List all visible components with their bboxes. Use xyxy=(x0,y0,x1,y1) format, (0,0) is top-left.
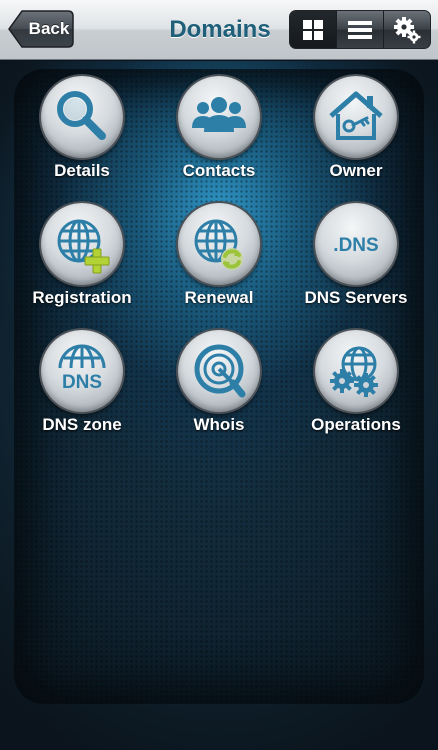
globe-gears-icon xyxy=(330,346,378,397)
menu-item-dns-servers[interactable]: .DNS DNS Servers xyxy=(287,188,425,308)
house-key-icon xyxy=(329,91,383,140)
contacts-button[interactable] xyxy=(178,76,260,158)
operations-button[interactable] xyxy=(315,330,397,412)
menu-item-dns-zone[interactable]: DNS DNS zone xyxy=(13,315,151,435)
radar-magnifier-icon xyxy=(194,344,246,398)
dns-zone-icon-text: DNS xyxy=(62,372,102,393)
dns-text-icon: .DNS xyxy=(333,235,378,256)
back-button[interactable]: Back xyxy=(8,10,74,48)
menu-item-label: Registration xyxy=(32,288,132,307)
menu-item-label: Operations xyxy=(311,415,401,434)
globe-refresh-icon xyxy=(194,219,243,270)
globe-dns-icon: DNS xyxy=(58,344,106,393)
globe-plus-icon xyxy=(57,219,110,274)
view-switcher xyxy=(289,10,431,49)
settings-gears-icon xyxy=(394,16,421,43)
people-icon xyxy=(192,97,246,132)
magnifier-icon xyxy=(57,91,106,140)
navigation-bar: Back Domains xyxy=(0,0,438,60)
menu-item-label: Whois xyxy=(193,415,245,434)
menu-item-renewal[interactable]: Renewal xyxy=(150,188,288,308)
menu-item-registration[interactable]: Registration xyxy=(13,188,151,308)
whois-button[interactable] xyxy=(178,330,260,412)
menu-item-label: Renewal xyxy=(184,288,254,307)
dns-zone-button[interactable]: DNS xyxy=(41,330,123,412)
grid-view-icon xyxy=(303,19,323,40)
dns-servers-button[interactable]: .DNS xyxy=(315,203,397,285)
menu-item-label: DNS zone xyxy=(42,415,122,434)
owner-button[interactable] xyxy=(315,76,397,158)
menu-item-label: Contacts xyxy=(182,161,256,180)
menu-item-label: Details xyxy=(54,161,110,180)
renewal-button[interactable] xyxy=(178,203,260,285)
domains-menu-area: Details Contacts Owner Registration Rene… xyxy=(0,61,438,750)
page-title: Domains xyxy=(169,16,271,43)
menu-item-label: DNS Servers xyxy=(304,288,408,307)
menu-item-details[interactable]: Details xyxy=(13,61,151,181)
registration-button[interactable] xyxy=(41,203,123,285)
menu-item-owner[interactable]: Owner xyxy=(287,61,425,181)
list-view-button[interactable] xyxy=(336,11,383,48)
menu-item-operations[interactable]: Operations xyxy=(287,315,425,435)
settings-button[interactable] xyxy=(383,11,430,48)
menu-item-label: Owner xyxy=(329,161,383,180)
menu-item-contacts[interactable]: Contacts xyxy=(150,61,288,181)
grid-view-button[interactable] xyxy=(290,11,336,48)
list-view-icon xyxy=(348,20,372,39)
back-button-label: Back xyxy=(28,19,70,38)
dns-icon-text: .DNS xyxy=(333,235,378,256)
details-button[interactable] xyxy=(41,76,123,158)
menu-item-whois[interactable]: Whois xyxy=(150,315,288,435)
